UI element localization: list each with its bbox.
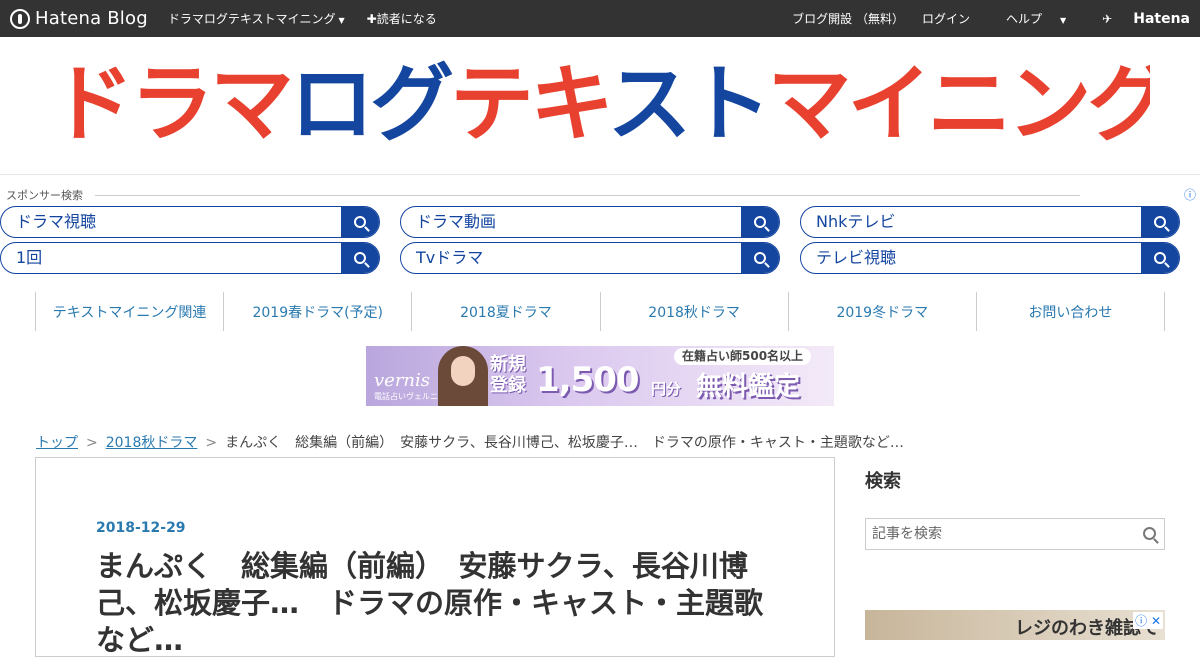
category-nav: テキストマイニング関連 2019春ドラマ(予定) 2018夏ドラマ 2018秋ド… bbox=[35, 292, 1166, 331]
blog-banner[interactable]: ドラマログテキストマイニング bbox=[0, 37, 1200, 175]
banner-title-part: ログ bbox=[290, 59, 454, 149]
help-menu[interactable]: ヘルプ ▼ bbox=[988, 10, 1066, 27]
nav-item-text-mining[interactable]: テキストマイニング関連 bbox=[36, 292, 225, 331]
breadcrumb: トップ >2018秋ドラマ > まんぷく 総集編（前編） 安藤サクラ、長谷川博己、松坂… bbox=[36, 432, 904, 452]
ad-brand: vernis bbox=[374, 370, 431, 391]
ad-new-text: 新規 bbox=[490, 354, 526, 375]
logo-text: Hatena Blog bbox=[35, 8, 148, 29]
hatena-mark-icon: ✈ bbox=[1102, 11, 1113, 26]
nav-item-2019-winter[interactable]: 2019冬ドラマ bbox=[789, 292, 977, 331]
search-icon[interactable] bbox=[1143, 527, 1156, 540]
nav-item-2018-summer[interactable]: 2018夏ドラマ bbox=[412, 292, 601, 331]
ad-register-text: 登録 bbox=[490, 375, 526, 396]
header-right: ブログ開設 （無料） ログイン ヘルプ ▼ ✈ Hatena bbox=[774, 0, 1190, 37]
sponsor-search-box[interactable]: ドラマ動画 bbox=[400, 206, 780, 238]
sidebar-search-box bbox=[865, 518, 1165, 550]
article-date[interactable]: 2018-12-29 bbox=[96, 520, 186, 536]
sponsor-search-box[interactable]: 1回 bbox=[0, 242, 380, 274]
sponsor-search-button[interactable] bbox=[341, 207, 379, 237]
search-icon bbox=[754, 216, 766, 228]
article-title[interactable]: まんぷく 総集編（前編） 安藤サクラ、長谷川博己、松坂慶子… ドラマの原作・キャ… bbox=[96, 548, 776, 659]
sponsor-search-button[interactable] bbox=[741, 207, 779, 237]
nav-item-2019-spring[interactable]: 2019春ドラマ(予定) bbox=[224, 292, 413, 331]
breadcrumb-current: まんぷく 総集編（前編） 安藤サクラ、長谷川博己、松坂慶子… ドラマの原作・キャ… bbox=[225, 435, 904, 451]
search-icon bbox=[354, 252, 366, 264]
hatena-brand-link[interactable]: ✈ Hatena bbox=[1084, 11, 1190, 27]
sponsor-search-box[interactable]: Tvドラマ bbox=[400, 242, 780, 274]
breadcrumb-separator: > bbox=[205, 435, 218, 451]
ad-badge: 在籍占い師500名以上 bbox=[674, 348, 812, 365]
blog-name-label: ドラマログテキストマイニング bbox=[167, 12, 336, 26]
sidebar-ad[interactable]: レジのわき雑誌で ⓘ ✕ bbox=[865, 610, 1165, 640]
search-icon bbox=[754, 252, 766, 264]
sidebar-search-title: 検索 bbox=[865, 471, 901, 492]
ad-banner[interactable]: vernis 電話占いヴェルニ 新規 登録 1,500 円分 在籍占い師500名以… bbox=[366, 346, 834, 406]
search-icon bbox=[354, 216, 366, 228]
hatena-blog-logo[interactable]: Hatena Blog bbox=[10, 8, 148, 29]
sponsor-search-text: Nhkテレビ bbox=[816, 212, 896, 231]
ad-new-label: 新規 登録 bbox=[490, 354, 526, 396]
sponsor-search-text: 1回 bbox=[16, 248, 43, 267]
nav-item-2018-autumn[interactable]: 2018秋ドラマ bbox=[601, 292, 789, 331]
search-icon bbox=[1154, 252, 1166, 264]
help-label: ヘルプ bbox=[1006, 12, 1043, 26]
open-blog-link[interactable]: ブログ開設 （無料） bbox=[792, 10, 904, 27]
ad-brand-sub: 電話占いヴェルニ bbox=[374, 392, 438, 401]
banner-title-part: テキ bbox=[450, 59, 611, 149]
blog-name-menu[interactable]: ドラマログテキストマイニング ▼ bbox=[168, 10, 345, 27]
sponsor-search-text: ドラマ視聴 bbox=[16, 212, 97, 231]
banner-title-part: スト bbox=[607, 59, 772, 149]
ad-person-image bbox=[438, 346, 488, 406]
caret-down-icon: ▼ bbox=[338, 16, 345, 25]
sponsor-search-button[interactable] bbox=[341, 243, 379, 273]
breadcrumb-separator: > bbox=[86, 435, 98, 451]
sponsor-search-text: Tvドラマ bbox=[416, 248, 484, 267]
ad-free-label: 無料鑑定 bbox=[696, 372, 801, 402]
sponsor-search-button[interactable] bbox=[1141, 243, 1179, 273]
sponsor-search-box[interactable]: テレビ視聴 bbox=[800, 242, 1180, 274]
sponsor-search-box[interactable]: ドラマ視聴 bbox=[0, 206, 380, 238]
ad-choices-icon[interactable]: ⓘ ✕ bbox=[1133, 612, 1163, 629]
banner-title[interactable]: ドラマログテキストマイニング bbox=[50, 59, 1150, 149]
login-link[interactable]: ログイン bbox=[922, 10, 970, 27]
subscribe-button[interactable]: ✚読者になる bbox=[367, 10, 437, 27]
breadcrumb-category-link[interactable]: 2018秋ドラマ bbox=[106, 435, 198, 451]
sponsor-search-text: テレビ視聴 bbox=[816, 248, 897, 267]
sponsor-search-button[interactable] bbox=[741, 243, 779, 273]
banner-title-part: マイニング bbox=[767, 59, 1150, 149]
ad-unit: 円分 bbox=[651, 380, 682, 398]
hatena-blog-logo-icon bbox=[10, 8, 30, 29]
sidebar-search-input[interactable] bbox=[866, 519, 1132, 549]
ad-amount: 1,500 bbox=[536, 360, 640, 400]
article-card: 2018-12-29 まんぷく 総集編（前編） 安藤サクラ、長谷川博己、松坂慶子… bbox=[35, 457, 835, 657]
caret-down-icon: ▼ bbox=[1060, 16, 1067, 25]
sponsor-divider bbox=[95, 195, 1080, 196]
sponsor-search-button[interactable] bbox=[1141, 207, 1179, 237]
breadcrumb-top-link[interactable]: トップ bbox=[36, 435, 78, 451]
sponsor-search-label: スポンサー検索 bbox=[6, 189, 83, 202]
banner-title-part: ドラマ bbox=[50, 59, 294, 149]
global-header: Hatena Blog ドラマログテキストマイニング ▼ ✚読者になる ブログ開設… bbox=[0, 0, 1200, 37]
info-icon[interactable]: ⓘ bbox=[1184, 186, 1196, 203]
sponsor-search-box[interactable]: Nhkテレビ bbox=[800, 206, 1180, 238]
sponsor-search-text: ドラマ動画 bbox=[416, 212, 497, 231]
search-icon bbox=[1154, 216, 1166, 228]
nav-item-contact[interactable]: お問い合わせ bbox=[977, 292, 1166, 331]
hatena-brand-label: Hatena bbox=[1133, 10, 1190, 27]
